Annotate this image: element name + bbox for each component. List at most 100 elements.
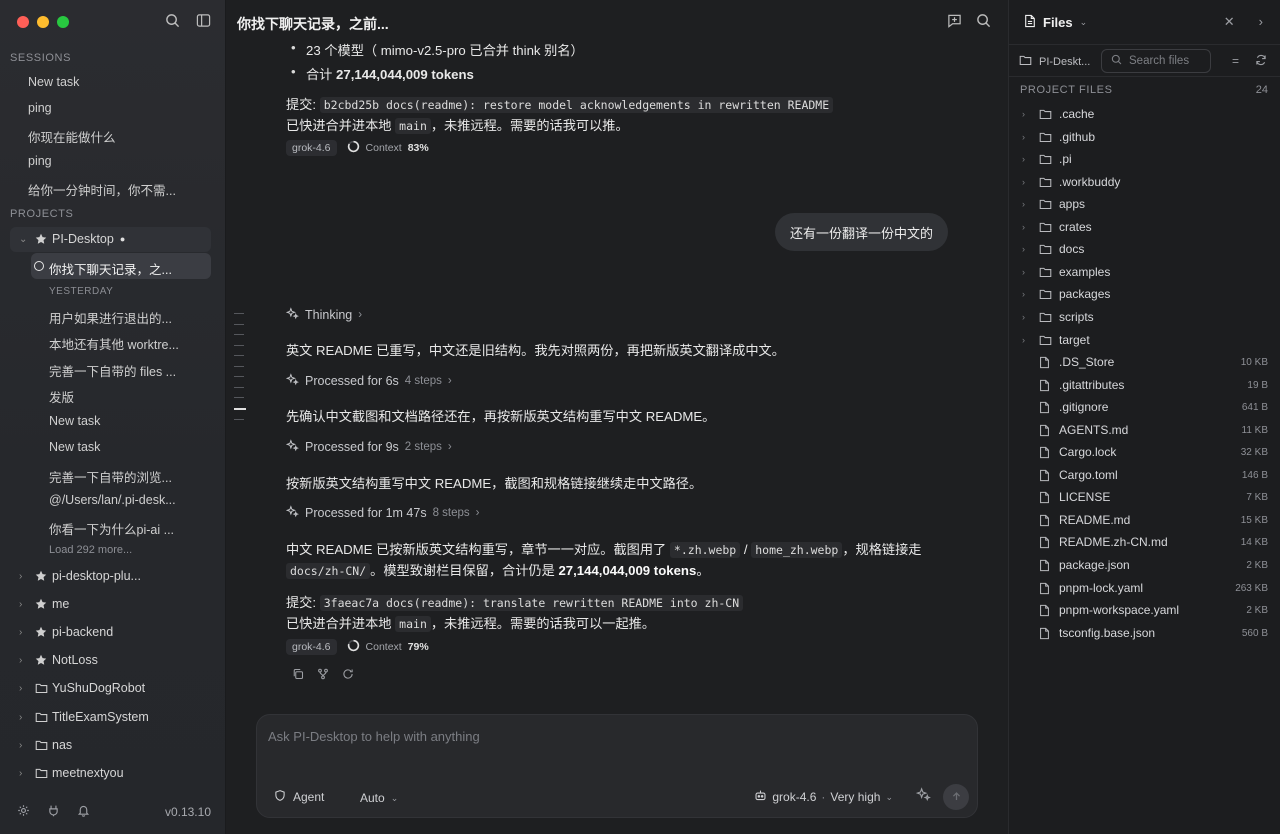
project-item[interactable]: › me xyxy=(0,592,226,616)
composer[interactable]: Ask PI-Desktop to help with anything Age… xyxy=(256,714,978,818)
project-label: PI-Desktop xyxy=(52,232,114,246)
load-more-link[interactable]: Load 292 more... xyxy=(49,544,132,556)
branch-code: main xyxy=(395,616,431,632)
project-item[interactable]: › pi-desktop-plu... xyxy=(0,564,226,588)
branch-icon[interactable] xyxy=(317,668,329,683)
file-row[interactable]: pnpm-workspace.yaml 2 KB xyxy=(1009,599,1280,621)
task-item[interactable]: 本地还有其他 worktre... xyxy=(49,334,179,353)
chevron-right-icon[interactable]: › xyxy=(1259,14,1263,30)
task-item[interactable]: 完善一下自带的浏览... xyxy=(49,467,172,486)
scroll-minimap[interactable] xyxy=(234,313,246,430)
task-item[interactable]: 完善一下自带的 files ... xyxy=(49,361,176,380)
project-item[interactable]: › TitleExamSystem xyxy=(0,705,226,729)
settings-icon[interactable] xyxy=(17,804,30,820)
project-item[interactable]: › meetnextyou xyxy=(0,761,226,785)
project-item[interactable]: › pi-backend xyxy=(0,620,226,644)
file-row[interactable]: tsconfig.base.json 560 B xyxy=(1009,622,1280,644)
files-dropdown[interactable]: Files ⌄ xyxy=(1024,14,1087,31)
folder-row[interactable]: › scripts xyxy=(1009,306,1280,328)
bell-icon[interactable] xyxy=(77,804,90,820)
task-item[interactable]: 用户如果进行退出的... xyxy=(49,308,172,327)
close-window-button[interactable] xyxy=(17,16,29,28)
breadcrumb[interactable]: PI-Deskt... xyxy=(1019,54,1090,69)
copy-icon[interactable] xyxy=(292,668,304,683)
folder-row[interactable]: › .cache xyxy=(1009,103,1280,125)
chevron-down-icon[interactable]: ⌄ xyxy=(19,234,29,245)
task-item[interactable]: New task xyxy=(49,414,100,428)
folder-row[interactable]: › examples xyxy=(1009,261,1280,283)
search-files-input[interactable]: Search files xyxy=(1101,49,1211,73)
project-item[interactable]: › nas xyxy=(0,733,226,757)
file-row[interactable]: pnpm-lock.yaml 263 KB xyxy=(1009,577,1280,599)
file-row[interactable]: Cargo.lock 32 KB xyxy=(1009,441,1280,463)
project-item[interactable]: › YuShuDogRobot xyxy=(0,676,226,700)
session-item[interactable]: ping xyxy=(28,101,52,115)
folder-icon xyxy=(35,739,49,751)
task-item[interactable]: 发版 xyxy=(49,387,74,406)
collapse-all-icon[interactable]: = xyxy=(1232,54,1239,69)
sparkle-icon[interactable] xyxy=(915,787,931,805)
merge-text: 已快进合并进本地 xyxy=(286,616,392,631)
chevron-right-icon: › xyxy=(1022,154,1025,164)
user-message-text: 还有一份翻译一份中文的 xyxy=(789,225,933,241)
folder-name: target xyxy=(1059,333,1090,347)
folder-row[interactable]: › packages xyxy=(1009,283,1280,305)
file-row[interactable]: .gitignore 641 B xyxy=(1009,396,1280,418)
context-label: Context xyxy=(365,142,402,154)
processed-step[interactable]: Processed for 9s 2 steps › xyxy=(285,439,452,455)
close-icon[interactable]: ✕ xyxy=(1224,14,1235,30)
files-panel: Files ⌄ ✕ › PI-Deskt... Search files = P… xyxy=(1008,0,1280,834)
file-row[interactable]: README.md 15 KB xyxy=(1009,509,1280,531)
step-count: 2 steps xyxy=(404,441,442,453)
task-item[interactable]: @/Users/lan/.pi-desk... xyxy=(49,493,176,507)
folder-row[interactable]: › .github xyxy=(1009,126,1280,148)
project-item[interactable]: › NotLoss xyxy=(0,648,226,672)
file-row[interactable]: AGENTS.md 11 KB xyxy=(1009,419,1280,441)
file-row[interactable]: README.zh-CN.md 14 KB xyxy=(1009,531,1280,553)
commit-line: 提交: 3faeac7a docs(readme): translate rew… xyxy=(286,592,744,611)
search-icon[interactable] xyxy=(976,13,991,31)
processed-step[interactable]: Processed for 1m 47s 8 steps › xyxy=(285,505,480,521)
toggle-sidebar-icon[interactable] xyxy=(196,13,211,31)
processed-step[interactable]: Processed for 6s 4 steps › xyxy=(285,373,452,389)
task-item[interactable]: New task xyxy=(49,440,100,454)
retry-icon[interactable] xyxy=(342,668,354,683)
folder-row[interactable]: › docs xyxy=(1009,238,1280,260)
new-chat-icon[interactable] xyxy=(947,13,962,31)
file-icon xyxy=(1039,536,1053,549)
step-count: 8 steps xyxy=(432,507,470,519)
refresh-icon[interactable] xyxy=(1255,54,1267,69)
inline-code: home_zh.webp xyxy=(751,542,843,558)
send-button[interactable] xyxy=(943,784,969,810)
model-select[interactable]: grok-4.6 · Very high ⌄ xyxy=(754,789,893,805)
minimize-window-button[interactable] xyxy=(37,16,49,28)
task-item[interactable]: 你看一下为什么pi-ai ... xyxy=(49,519,174,538)
prompt-input[interactable]: Ask PI-Desktop to help with anything xyxy=(268,729,480,744)
agent-mode-button[interactable]: Agent xyxy=(274,789,324,805)
file-row[interactable]: Cargo.toml 146 B xyxy=(1009,464,1280,486)
file-size: 19 B xyxy=(1247,379,1268,391)
file-row[interactable]: package.json 2 KB xyxy=(1009,554,1280,576)
session-item[interactable]: ping xyxy=(28,154,52,168)
file-icon xyxy=(1039,401,1053,414)
session-item[interactable]: 给你一分钟时间，你不需... xyxy=(28,180,176,199)
file-row[interactable]: .DS_Store 10 KB xyxy=(1009,351,1280,373)
folder-row[interactable]: › target xyxy=(1009,329,1280,351)
search-icon[interactable] xyxy=(165,13,180,31)
folder-icon xyxy=(1039,198,1053,210)
folder-row[interactable]: › crates xyxy=(1009,216,1280,238)
file-row[interactable]: LICENSE 7 KB xyxy=(1009,486,1280,508)
chevron-right-icon: › xyxy=(1022,312,1025,322)
chevron-right-icon: › xyxy=(1022,244,1025,254)
thinking-toggle[interactable]: Thinking › xyxy=(285,307,362,323)
session-item[interactable]: 你现在能做什么 xyxy=(28,127,116,146)
folder-row[interactable]: › apps xyxy=(1009,193,1280,215)
session-item[interactable]: New task xyxy=(28,75,79,89)
chevron-right-icon: › xyxy=(447,375,452,387)
permission-mode-select[interactable]: Auto ⌄ xyxy=(360,791,398,805)
file-row[interactable]: .gitattributes 19 B xyxy=(1009,374,1280,396)
folder-row[interactable]: › .workbuddy xyxy=(1009,171,1280,193)
zoom-window-button[interactable] xyxy=(57,16,69,28)
plug-icon[interactable] xyxy=(47,804,60,820)
folder-row[interactable]: › .pi xyxy=(1009,148,1280,170)
